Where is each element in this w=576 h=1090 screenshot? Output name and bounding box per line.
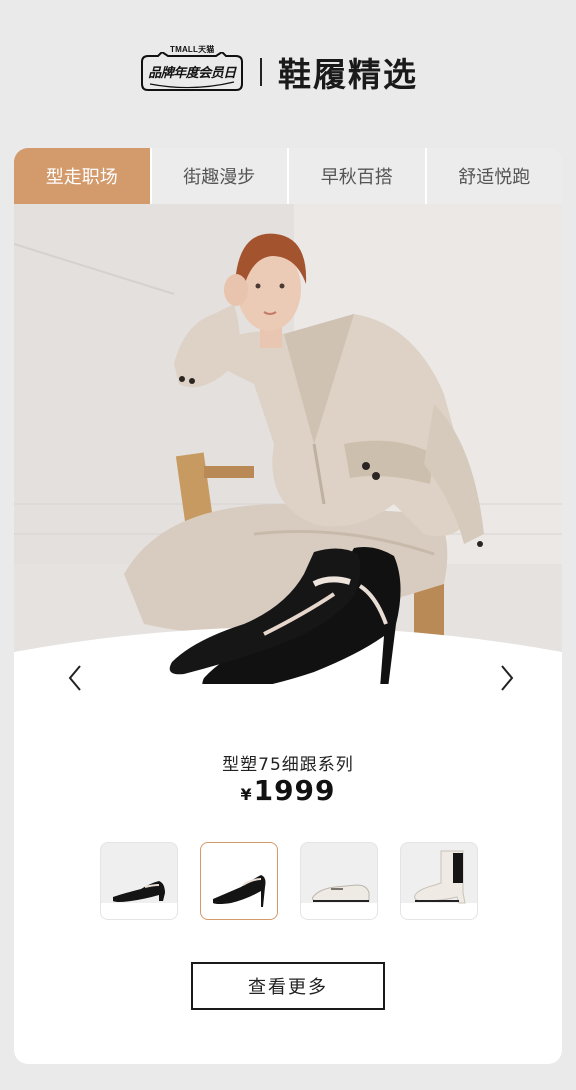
tmall-brand-text: TMALL天猫 (170, 45, 215, 54)
tab-early-autumn[interactable]: 早秋百搭 (289, 148, 427, 204)
tab-workplace[interactable]: 型走职场 (14, 148, 152, 204)
category-tabs: 型走职场 街趣漫步 早秋百搭 舒适悦跑 (14, 148, 562, 204)
chevron-right-icon (501, 665, 514, 691)
price-currency: ¥ (240, 785, 252, 804)
next-arrow-button[interactable] (492, 658, 522, 698)
page-header: TMALL天猫 品牌年度会员日 鞋履精选 (0, 0, 576, 148)
thumbnail-white-loafer[interactable] (300, 842, 378, 920)
tab-street[interactable]: 街趣漫步 (151, 148, 289, 204)
prev-arrow-button[interactable] (60, 658, 90, 698)
thumbnail-black-stiletto[interactable] (200, 842, 278, 920)
product-thumbnails (100, 842, 482, 920)
product-name: 型塑75细跟系列 (222, 755, 354, 775)
thumbnail-black-block-heel[interactable] (100, 842, 178, 920)
chevron-left-icon (68, 665, 81, 691)
product-card: 型走职场 街趣漫步 早秋百搭 舒适悦跑 型塑75细跟系列 ¥1999 查看更多 (14, 148, 562, 1064)
thumbnail-white-chelsea-boot[interactable] (400, 842, 478, 920)
price-value: 1999 (253, 774, 336, 807)
header-divider (260, 58, 262, 86)
hero-image (14, 204, 562, 684)
page-title: 鞋履精选 (278, 55, 418, 94)
tab-comfort-run[interactable]: 舒适悦跑 (426, 148, 562, 204)
member-day-text: 品牌年度会员日 (148, 66, 236, 81)
view-more-button[interactable]: 查看更多 (191, 962, 385, 1010)
product-price: ¥1999 (14, 774, 562, 807)
tmall-member-day-logo: TMALL天猫 品牌年度会员日 (140, 44, 244, 94)
